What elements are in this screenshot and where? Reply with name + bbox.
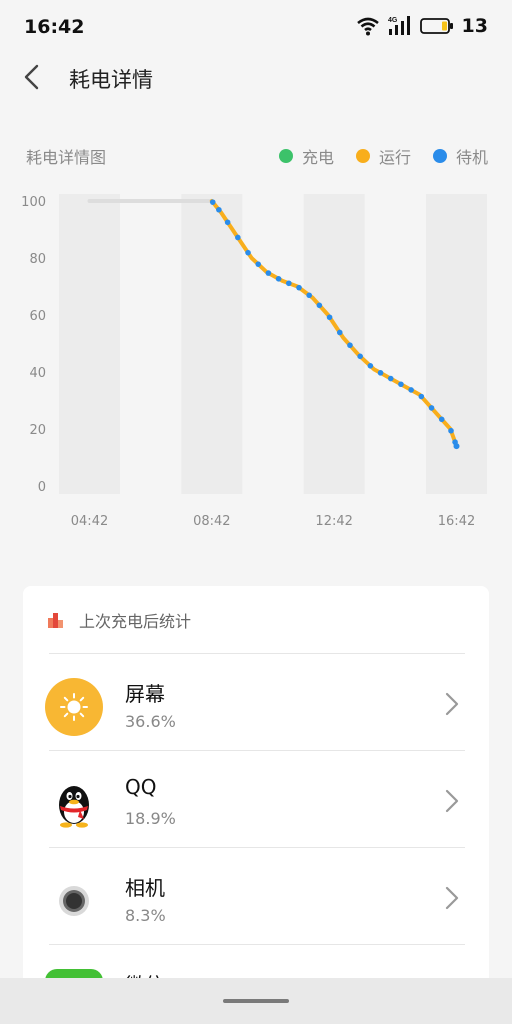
- sun-icon: [45, 678, 103, 736]
- standby-point: [448, 427, 454, 434]
- legend-standby: 待机: [432, 144, 488, 168]
- standby-point: [209, 199, 216, 205]
- standby-point: [347, 342, 353, 349]
- legend-standby-dot: [432, 149, 447, 163]
- usage-item-screen[interactable]: 屏幕 36.6%: [23, 654, 489, 751]
- standby-point: [306, 292, 312, 299]
- standby-point: [224, 219, 231, 226]
- legend-running: 运行: [355, 144, 411, 168]
- network-type-label: 4G: [388, 17, 398, 24]
- standby-point: [326, 314, 333, 321]
- chevron-right-icon[interactable]: [445, 789, 459, 813]
- qq-penguin-icon: [59, 786, 89, 828]
- usage-item-percent: 36.6%: [125, 712, 176, 731]
- x-tick-label: 04:42: [71, 514, 108, 529]
- camera-icon: [59, 886, 89, 916]
- standby-point: [245, 249, 251, 256]
- usage-item-name: 屏幕: [125, 682, 165, 706]
- usage-item-name: 相机: [125, 876, 165, 900]
- legend-charging-dot: [278, 149, 293, 163]
- legend-running-dot: [355, 149, 370, 163]
- standby-point: [296, 284, 302, 291]
- legend-standby-label: 待机: [455, 148, 488, 167]
- legend-running-label: 运行: [378, 148, 411, 167]
- y-tick-label: 20: [29, 423, 46, 438]
- chart-title: 耗电详情图: [26, 148, 107, 167]
- home-gesture-handle[interactable]: [223, 999, 289, 1003]
- y-tick-label: 100: [21, 195, 46, 210]
- x-tick-label: 08:42: [193, 514, 230, 529]
- standby-point: [286, 280, 292, 287]
- status-bar: 16:42 4G 13: [0, 0, 512, 54]
- x-tick-label: 16:42: [438, 514, 475, 529]
- battery-usage-chart: 100 80 60 40 20 0 04:42 08:42 12:42 16:42: [21, 194, 487, 529]
- standby-point: [357, 353, 363, 360]
- usage-item-percent: 18.9%: [125, 809, 176, 828]
- chart-band: [59, 194, 120, 494]
- stats-card-title: 上次充电后统计: [79, 612, 192, 631]
- legend-charging: 充电: [278, 144, 334, 168]
- back-arrow-icon[interactable]: [20, 62, 44, 92]
- standby-point: [265, 270, 272, 276]
- standby-point: [275, 276, 282, 282]
- legend-charging-label: 充电: [301, 148, 334, 167]
- standby-point: [316, 302, 323, 309]
- usage-item-percent: 8.3%: [125, 906, 166, 925]
- y-tick-label: 60: [29, 309, 46, 324]
- current-level-point: [453, 443, 460, 450]
- stats-card: 上次充电后统计 屏幕 36.6% QQ 18.9% 相机 8.3%: [23, 586, 489, 986]
- x-tick-label: 12:42: [315, 514, 352, 529]
- chart-header: 耗电详情图 充电 运行 待机: [26, 144, 488, 168]
- usage-item-name: QQ: [125, 775, 157, 799]
- standby-point: [387, 375, 394, 382]
- standby-point: [216, 206, 222, 213]
- stats-chart-icon: [48, 613, 63, 628]
- page-header: 耗电详情: [0, 54, 512, 100]
- standby-point: [428, 405, 435, 411]
- page-title: 耗电详情: [69, 68, 153, 92]
- status-time: 16:42: [24, 16, 85, 38]
- usage-item-camera[interactable]: 相机 8.3%: [23, 848, 489, 945]
- standby-point: [336, 329, 343, 336]
- standby-point: [255, 261, 262, 267]
- cellular-signal-icon: 4G: [388, 16, 410, 35]
- wifi-icon: [356, 17, 379, 36]
- standby-point: [408, 387, 414, 393]
- chart-legend: 充电 运行 待机: [278, 144, 488, 168]
- stats-card-header: 上次充电后统计: [47, 608, 191, 632]
- usage-item-qq[interactable]: QQ 18.9%: [23, 751, 489, 848]
- chevron-right-icon[interactable]: [445, 886, 459, 910]
- battery-percent: 13: [461, 15, 488, 37]
- standby-point: [438, 416, 445, 423]
- y-tick-label: 80: [29, 252, 46, 267]
- status-icons: 4G 13: [356, 15, 488, 37]
- standby-point: [418, 393, 425, 400]
- chevron-right-icon[interactable]: [445, 692, 459, 716]
- chart-band: [181, 194, 243, 494]
- standby-point: [235, 234, 241, 241]
- standby-point: [398, 381, 404, 388]
- y-tick-label: 40: [29, 366, 46, 381]
- battery-icon: [419, 18, 453, 34]
- y-tick-label: 0: [38, 480, 46, 495]
- standby-point: [367, 363, 374, 369]
- standby-point: [377, 370, 384, 376]
- navigation-bar: [0, 978, 512, 1024]
- chart-band: [303, 194, 365, 494]
